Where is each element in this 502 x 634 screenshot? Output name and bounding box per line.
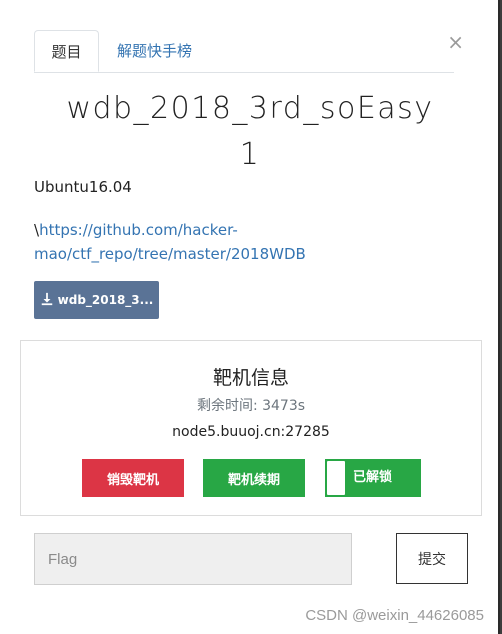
tab-challenge[interactable]: 题目	[34, 30, 99, 72]
challenge-modal: × 题目 解题快手榜 wdb_2018_3rd_soEasy 1 Ubuntu1…	[0, 0, 500, 634]
submit-flag-label: 提交	[418, 551, 446, 568]
challenge-description: \https://github.com/hacker-mao/ctf_repo/…	[34, 218, 334, 266]
submit-flag-button[interactable]: 提交	[396, 533, 468, 584]
target-panel-title: 靶机信息	[212, 367, 289, 389]
target-host: node5.buuoj.cn:27285	[172, 424, 330, 440]
flag-input[interactable]	[34, 533, 352, 585]
destroy-target-label: 销毁靶机	[106, 472, 159, 488]
challenge-os: Ubuntu16.04	[34, 178, 132, 196]
renew-target-label: 靶机续期	[227, 472, 280, 488]
download-icon	[40, 292, 54, 309]
destroy-target-button[interactable]: 销毁靶机	[82, 459, 184, 497]
remaining-time: 剩余时间: 3473s	[196, 398, 306, 414]
tab-bar: 题目 解题快手榜	[34, 30, 454, 73]
download-file-label: wdb_2018_3...	[57, 293, 154, 307]
challenge-value: 1	[239, 137, 261, 172]
unlock-toggle-label: 已解锁	[353, 470, 393, 485]
tab-solves[interactable]: 解题快手榜	[117, 30, 192, 72]
target-machine-panel: 靶机信息 剩余时间: 3473s node5.buuoj.cn:27285 销毁…	[20, 340, 482, 516]
watermark: CSDN @weixin_44626085	[305, 607, 484, 624]
renew-target-button[interactable]: 靶机续期	[203, 459, 305, 497]
unlock-toggle[interactable]: 已解锁	[325, 459, 421, 497]
download-file-button[interactable]: wdb_2018_3...	[34, 281, 159, 319]
toggle-knob	[327, 461, 345, 495]
challenge-title-block: wdb_2018_3rd_soEasy 1	[0, 86, 500, 178]
challenge-title: wdb_2018_3rd_soEasy	[66, 91, 434, 126]
repo-link[interactable]: https://github.com/hacker-mao/ctf_repo/t…	[34, 221, 306, 263]
